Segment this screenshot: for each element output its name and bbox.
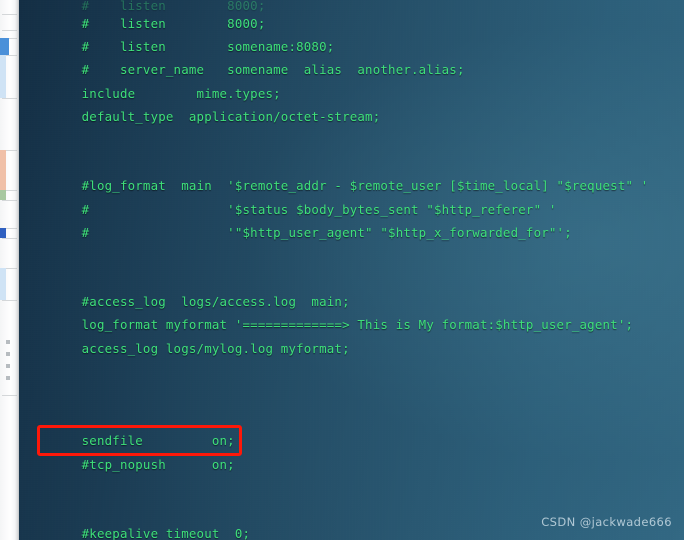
line-access-log-mylog[interactable]: access_log logs/mylog.log myformat; — [19, 337, 684, 360]
line-blank-5[interactable] — [19, 360, 684, 383]
line-tcp-nopush[interactable]: #tcp_nopush on; — [19, 453, 684, 476]
line-blank-6[interactable] — [19, 383, 684, 406]
gutter-marker-selection[interactable] — [0, 38, 9, 55]
line-blank-4[interactable] — [19, 267, 684, 290]
csdn-watermark: CSDN @jackwade666 — [541, 515, 672, 529]
gutter-fold-dot[interactable] — [6, 352, 10, 356]
line-blank-2[interactable] — [19, 151, 684, 174]
gutter-marker-ok[interactable] — [0, 190, 6, 200]
gutter-marker-warning[interactable] — [0, 150, 6, 190]
line-blank-8[interactable] — [19, 476, 684, 499]
line-access-log-commented[interactable]: #access_log logs/access.log main; — [19, 290, 684, 313]
line-sendfile[interactable]: sendfile on; — [19, 429, 684, 452]
line-listen-somename[interactable]: # listen somename:8080; — [19, 35, 684, 58]
code-content-area[interactable]: # listen 8000; # listen 8000; # listen s… — [19, 0, 684, 540]
gutter-marker-info[interactable] — [0, 55, 6, 98]
line-server-name[interactable]: # server_name somename alias another.ali… — [19, 58, 684, 81]
line-include[interactable]: include mime.types; — [19, 82, 684, 105]
gutter-fold-dot[interactable] — [6, 376, 10, 380]
line-default-type[interactable]: default_type application/octet-stream; — [19, 105, 684, 128]
line-listen-8000[interactable]: # listen 8000; — [19, 12, 684, 35]
line-blank-3[interactable] — [19, 244, 684, 267]
line-partial-top[interactable]: # listen 8000; — [19, 0, 684, 12]
gutter-fold-dot[interactable] — [6, 340, 10, 344]
line-log-format-agent[interactable]: # '"$http_user_agent" "$http_x_forwarded… — [19, 221, 684, 244]
line-log-format-myformat[interactable]: log_format myformat '=============> This… — [19, 313, 684, 336]
gutter-fold-dot[interactable] — [6, 364, 10, 368]
line-log-format-status[interactable]: # '$status $body_bytes_sent "$http_refer… — [19, 198, 684, 221]
line-blank-1[interactable] — [19, 128, 684, 151]
gutter-marker-hint[interactable] — [0, 268, 6, 300]
line-blank-7[interactable] — [19, 406, 684, 429]
screenshot-root: # listen 8000; # listen 8000; # listen s… — [0, 0, 684, 540]
editor-gutter-strip[interactable] — [0, 0, 19, 540]
line-log-format-main[interactable]: #log_format main '$remote_addr - $remote… — [19, 174, 684, 197]
gutter-edge-shadow — [15, 0, 18, 540]
gutter-marker-error[interactable] — [0, 228, 6, 238]
